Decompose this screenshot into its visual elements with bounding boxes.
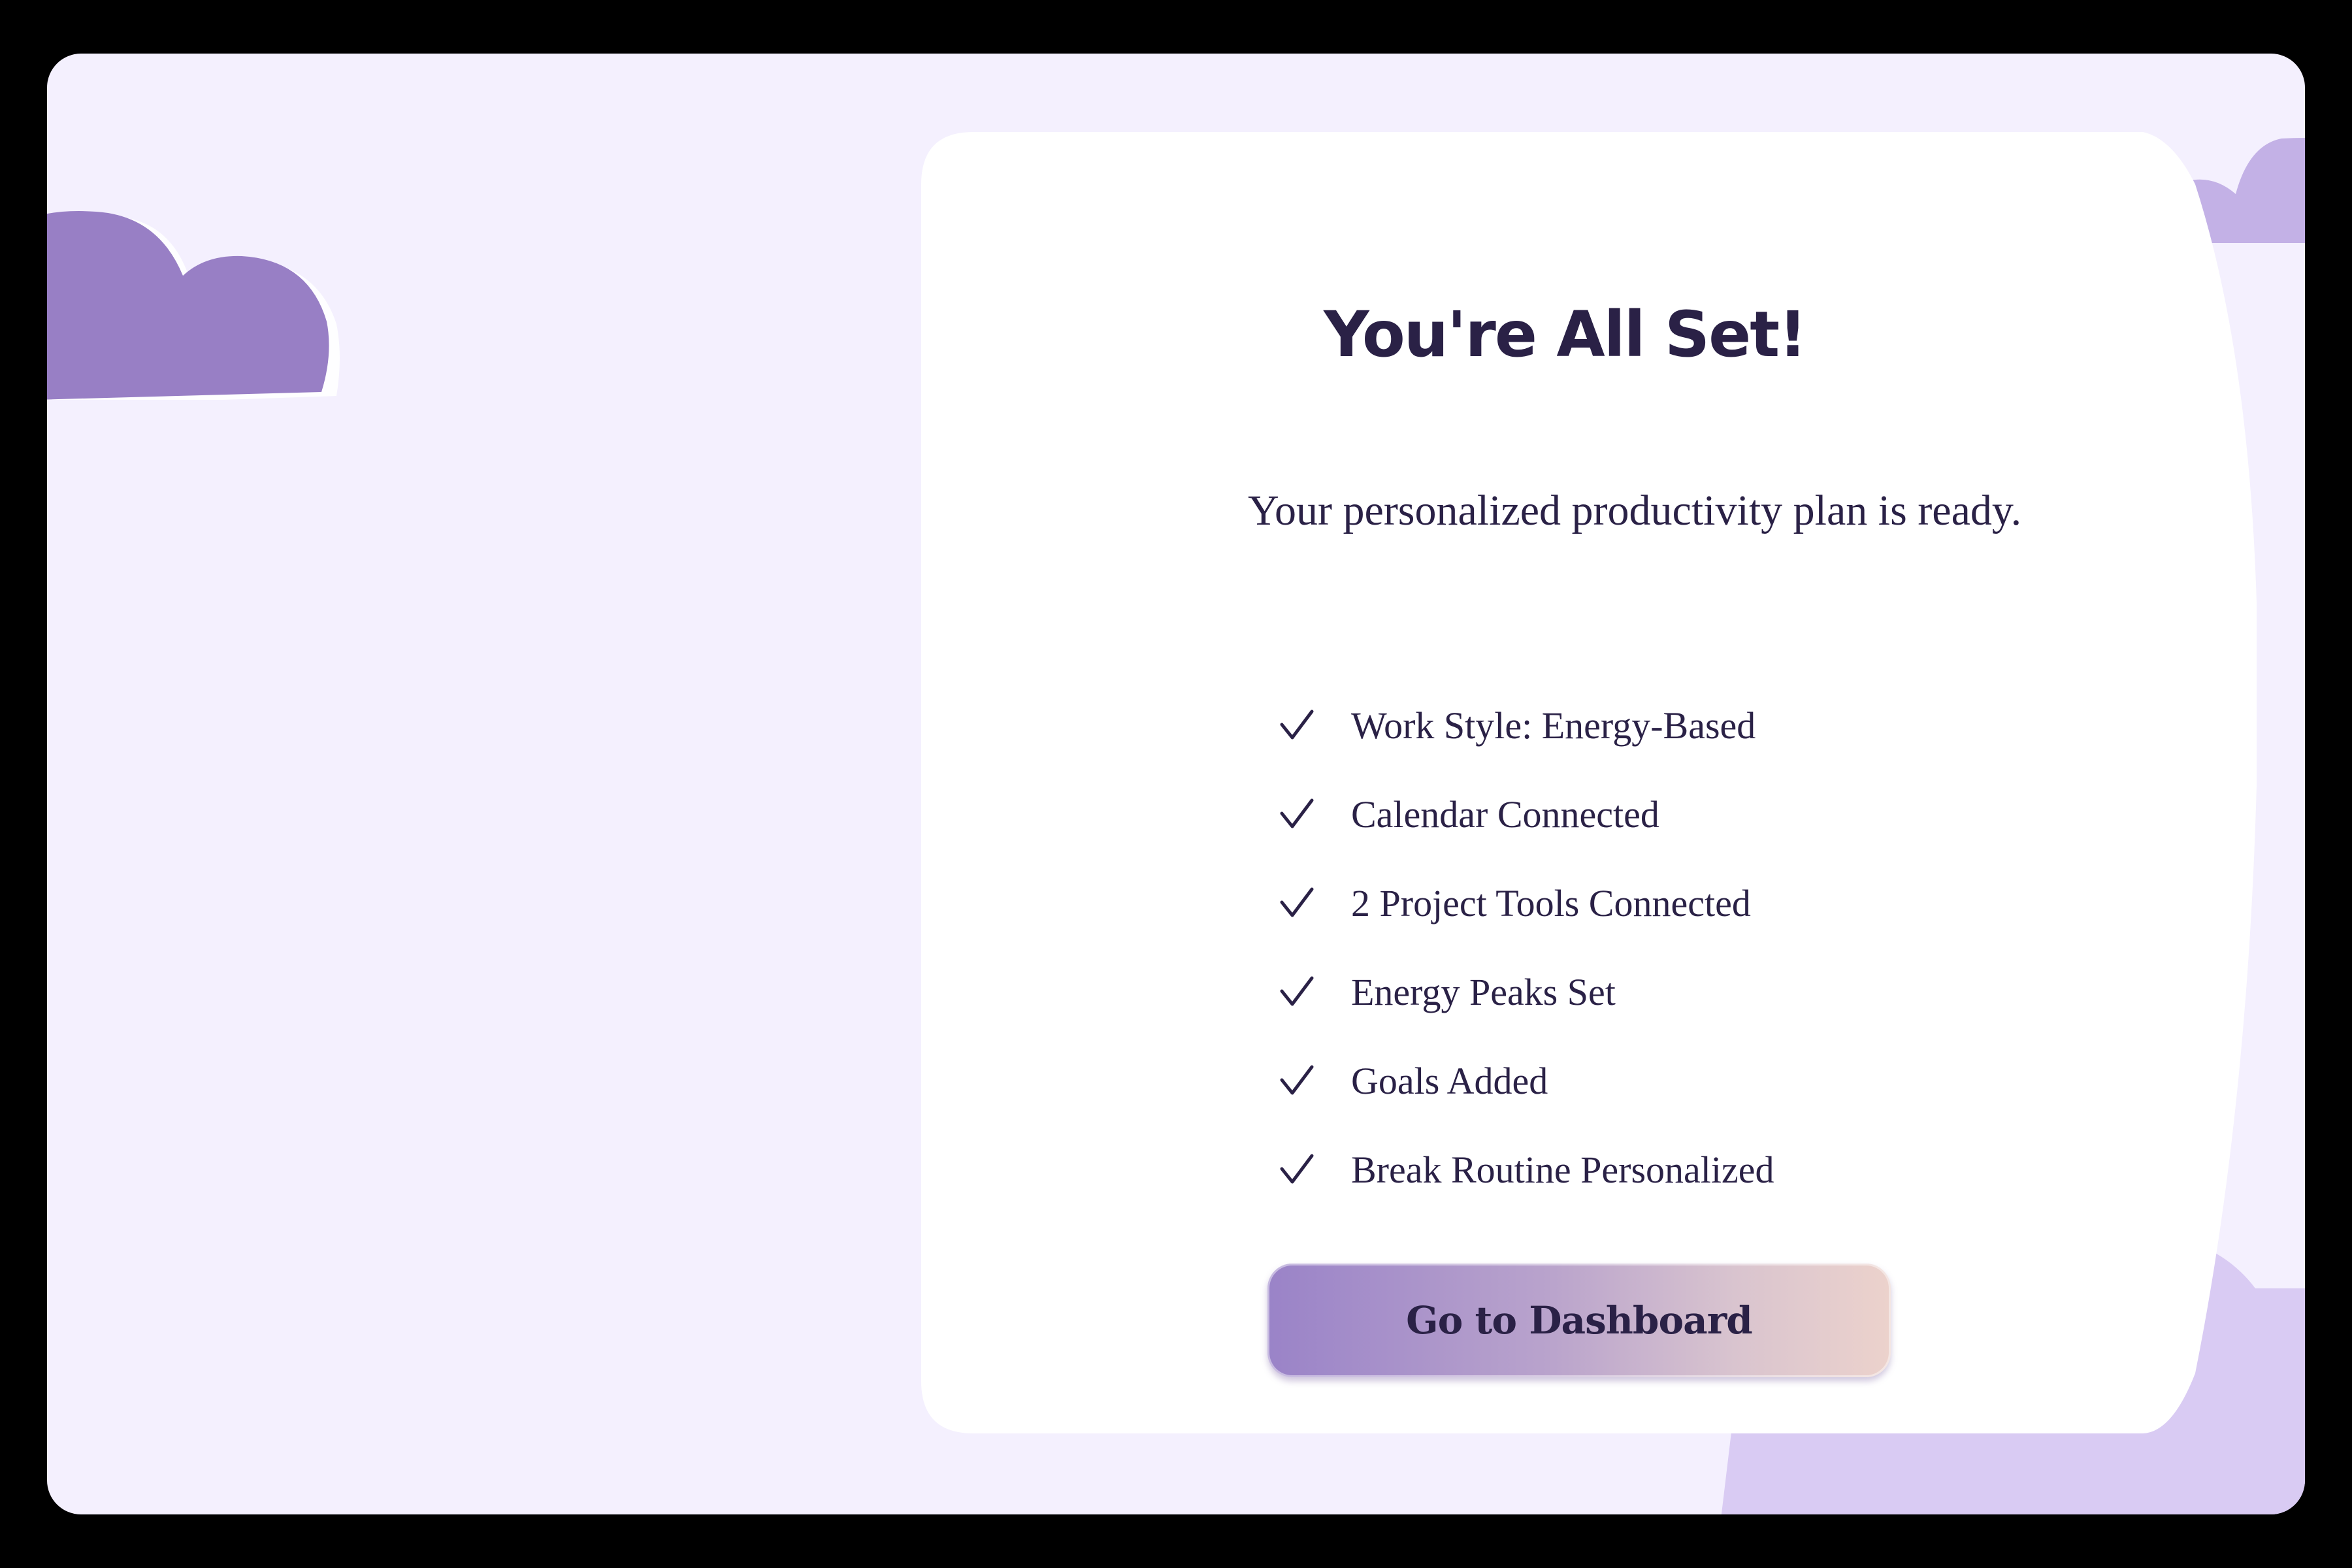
check-icon xyxy=(1280,1154,1314,1184)
setup-checklist: Work Style: Energy-Based Calendar Connec… xyxy=(1279,681,1774,1214)
checklist-item-label: Goals Added xyxy=(1351,1059,1548,1102)
go-to-dashboard-button[interactable]: Go to Dashboard xyxy=(1267,1264,1891,1377)
checklist-item-label: Energy Peaks Set xyxy=(1351,970,1616,1013)
checklist-item-label: Break Routine Personalized xyxy=(1351,1148,1774,1191)
checklist-item-work-style: Work Style: Energy-Based xyxy=(1279,681,1774,770)
checklist-item-project-tools: 2 Project Tools Connected xyxy=(1279,858,1774,947)
cloud-top-left-decoration xyxy=(47,211,340,400)
checklist-item-break-routine: Break Routine Personalized xyxy=(1279,1125,1774,1214)
check-icon xyxy=(1280,887,1314,917)
check-icon xyxy=(1280,798,1314,828)
checklist-item-label: Work Style: Energy-Based xyxy=(1351,704,1756,747)
checklist-item-calendar: Calendar Connected xyxy=(1279,770,1774,858)
device-frame: You're All Set! Your personalized produc… xyxy=(0,0,2352,1568)
checklist-item-energy-peaks: Energy Peaks Set xyxy=(1279,947,1774,1036)
page-subtitle: Your personalized productivity plan is r… xyxy=(1248,487,2022,534)
screen: You're All Set! Your personalized produc… xyxy=(47,54,2305,1514)
checklist-item-goals: Goals Added xyxy=(1279,1036,1774,1125)
check-icon xyxy=(1280,1065,1314,1095)
check-icon xyxy=(1280,710,1314,740)
checklist-item-label: 2 Project Tools Connected xyxy=(1351,881,1751,924)
setup-complete-card: You're All Set! Your personalized produc… xyxy=(921,132,2257,1433)
page-title: You're All Set! xyxy=(1324,298,1807,371)
check-icon xyxy=(1280,976,1314,1006)
checklist-item-label: Calendar Connected xyxy=(1351,792,1659,836)
